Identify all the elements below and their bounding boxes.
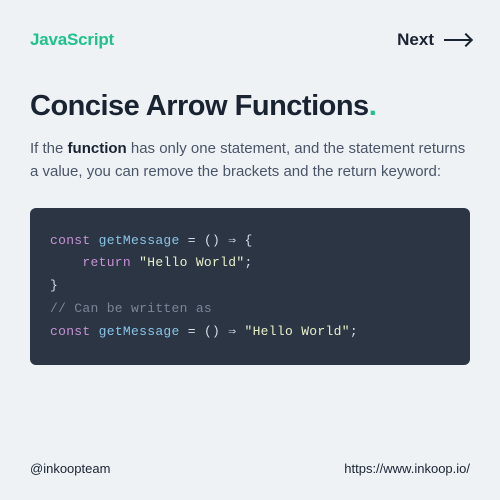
page-title: Concise Arrow Functions. [30, 90, 470, 123]
code-block: const getMessage = () ⇒ { return "Hello … [30, 208, 470, 366]
footer: @inkoopteam https://www.inkoop.io/ [30, 441, 470, 476]
brand-label: JavaScript [30, 30, 114, 50]
next-button[interactable]: Next [397, 30, 470, 50]
description: If the function has only one statement, … [30, 137, 470, 184]
arrow-right-icon [444, 39, 470, 41]
social-handle[interactable]: @inkoopteam [30, 461, 110, 476]
next-label: Next [397, 30, 434, 50]
title-dot: . [369, 90, 377, 122]
header: JavaScript Next [30, 30, 470, 50]
website-url[interactable]: https://www.inkoop.io/ [344, 461, 470, 476]
